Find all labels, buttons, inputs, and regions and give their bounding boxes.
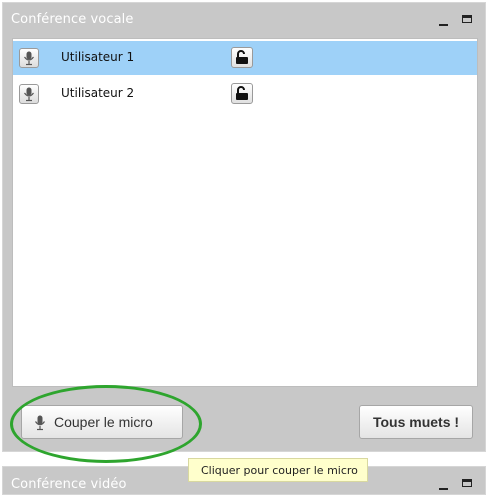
highlight-annotation [10, 385, 202, 463]
microphone-icon [24, 51, 34, 66]
participant-mic-button[interactable] [19, 48, 39, 68]
participant-mic-button[interactable] [19, 84, 39, 104]
voice-panel-header: Conférence vocale [3, 3, 485, 37]
participant-row-1[interactable]: Utilisateur 1 [13, 41, 477, 75]
participant-name: Utilisateur 2 [61, 86, 135, 100]
unlocked-padlock-icon [236, 50, 248, 64]
participant-lock-button[interactable] [231, 47, 253, 68]
minimize-icon[interactable] [437, 13, 451, 27]
video-panel-title: Conférence vidéo [11, 477, 127, 492]
participant-row-2[interactable]: Utilisateur 2 [13, 77, 477, 111]
unlocked-padlock-icon [236, 86, 248, 100]
mute-all-button[interactable]: Tous muets ! [359, 405, 473, 439]
participant-lock-button[interactable] [231, 83, 253, 104]
voice-conference-panel: Conférence vocale Utilisateur 1 Utilisat… [2, 2, 486, 452]
mute-all-label: Tous muets ! [372, 414, 460, 430]
tooltip: Cliquer pour couper le micro [188, 458, 368, 482]
maximize-icon[interactable] [461, 13, 475, 27]
participant-name: Utilisateur 1 [61, 50, 135, 64]
minimize-icon[interactable] [437, 477, 451, 491]
maximize-icon[interactable] [461, 477, 475, 491]
participants-list: Utilisateur 1 Utilisateur 2 [12, 38, 478, 387]
microphone-icon [24, 87, 34, 102]
voice-panel-title: Conférence vocale [11, 12, 134, 27]
